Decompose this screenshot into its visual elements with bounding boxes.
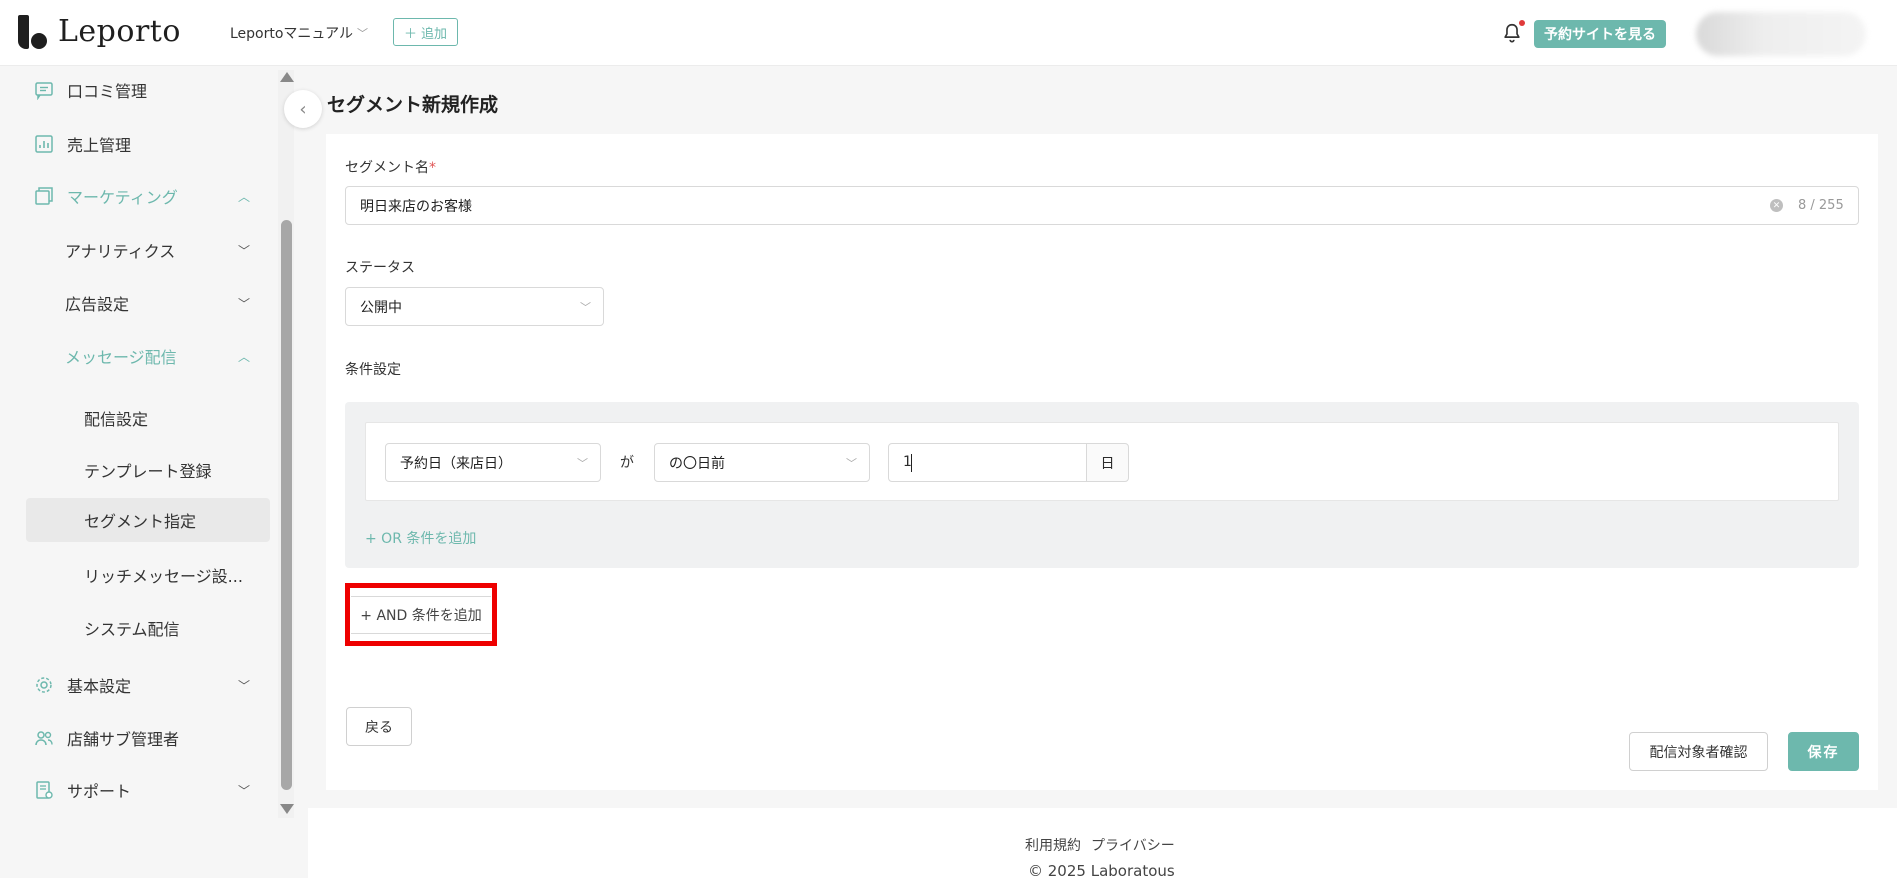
required-mark: * — [429, 160, 436, 176]
condition-operator-value: の〇日前 — [669, 455, 725, 472]
sidebar-item-label: 配信設定 — [84, 410, 149, 429]
clear-input-icon[interactable]: ✕ — [1770, 199, 1783, 212]
sidebar-item-support[interactable]: サポート ﹀ — [0, 768, 270, 812]
sidebar-item-label: セグメント指定 — [84, 512, 197, 531]
sidebar-item-rich-message[interactable]: リッチメッセージ設... — [0, 553, 270, 597]
status-select[interactable]: 公開中 ﹀ — [345, 287, 604, 326]
scroll-down-arrow-icon[interactable] — [280, 804, 294, 814]
chevron-up-icon: ︿ — [238, 189, 251, 204]
sidebar-item-label: マーケティング — [67, 188, 178, 207]
notification-dot — [1519, 20, 1525, 26]
scrollbar-thumb[interactable] — [281, 220, 292, 790]
copyright: © 2025 Laboratous — [1028, 862, 1175, 878]
chevron-down-icon: ﹀ — [238, 783, 251, 798]
sidebar-item-label: 売上管理 — [67, 136, 132, 155]
support-icon — [36, 781, 53, 799]
users-icon — [35, 731, 53, 746]
sidebar-item-label: 広告設定 — [65, 295, 130, 314]
sidebar-item-label: 口コミ管理 — [67, 82, 148, 101]
chevron-down-icon: ﹀ — [238, 678, 251, 693]
check-targets-button[interactable]: 配信対象者確認 — [1629, 732, 1768, 771]
chevron-left-icon: ‹ — [299, 98, 307, 120]
sidebar-item-label: テンプレート登録 — [84, 462, 212, 481]
sidebar-item-analytics[interactable]: アナリティクス ﹀ — [0, 228, 270, 272]
sidebar-item-basic-settings[interactable]: 基本設定 ﹀ — [0, 663, 270, 707]
sidebar-item-label: リッチメッセージ設... — [84, 567, 243, 586]
sidebar-item-marketing[interactable]: マーケティング ︿ — [0, 174, 270, 218]
condition-field-select[interactable]: 予約日（来店日） ﹀ — [385, 443, 601, 482]
chevron-down-icon: ﹀ — [846, 456, 857, 470]
segment-name-input[interactable]: 明日来店のお客様 ✕ 8 / 255 — [345, 186, 1859, 225]
sidebar: 口コミ管理 売上管理 マーケティング ︿ アナリティクス ﹀ 広告設定 ﹀ メッ… — [0, 66, 276, 878]
sidebar-item-system-delivery[interactable]: システム配信 — [0, 606, 270, 650]
plus-icon: ＋ — [404, 26, 418, 42]
back-button[interactable]: 戻る — [346, 707, 412, 746]
chevron-up-icon: ︿ — [238, 349, 251, 364]
sidebar-item-label: メッセージ配信 — [65, 348, 177, 367]
condition-value-input[interactable]: 1 — [888, 443, 1087, 482]
user-account-menu[interactable] — [1696, 12, 1866, 56]
sidebar-item-label: 基本設定 — [67, 677, 132, 696]
sidebar-item-sub-admins[interactable]: 店舗サブ管理者 — [0, 716, 270, 760]
logo-mark-icon — [18, 14, 48, 49]
terms-link[interactable]: 利用規約 — [1025, 835, 1081, 855]
sidebar-item-template-registration[interactable]: テンプレート登録 — [0, 448, 270, 492]
save-button[interactable]: 保存 — [1788, 732, 1859, 771]
sidebar-item-message-delivery[interactable]: メッセージ配信 ︿ — [0, 334, 270, 378]
sidebar-item-label: サポート — [67, 782, 132, 801]
sidebar-item-label: システム配信 — [84, 620, 180, 639]
chevron-down-icon: ﹀ — [580, 300, 591, 314]
top-header: Leporto Leportoマニュアル ﹀ ＋ 追加 予約サイトを見る — [0, 0, 1897, 66]
footer-links: 利用規約 プライバシー — [1025, 835, 1175, 855]
chevron-down-icon: ﹀ — [357, 27, 369, 40]
condition-field-value: 予約日（来店日） — [400, 455, 512, 472]
logo-text: Leporto — [58, 14, 181, 49]
sidebar-item-sales[interactable]: 売上管理 — [0, 122, 270, 166]
chevron-down-icon: ﹀ — [577, 456, 588, 470]
segment-name-label: セグメント名* — [345, 160, 436, 176]
sidebar-item-label: アナリティクス — [65, 242, 176, 261]
privacy-link[interactable]: プライバシー — [1091, 835, 1175, 855]
status-value: 公開中 — [360, 299, 402, 316]
text-caret — [911, 454, 912, 472]
condition-unit: 日 — [1086, 443, 1129, 482]
sidebar-item-reviews[interactable]: 口コミ管理 — [0, 68, 270, 112]
view-booking-site-button[interactable]: 予約サイトを見る — [1534, 20, 1666, 48]
scroll-up-arrow-icon[interactable] — [280, 72, 294, 82]
add-button[interactable]: ＋ 追加 — [393, 18, 459, 46]
page-title: セグメント新規作成 — [327, 94, 499, 116]
chevron-down-icon: ﹀ — [238, 296, 251, 311]
chevron-down-icon: ﹀ — [238, 243, 251, 258]
sidebar-item-label: 店舗サブ管理者 — [67, 730, 180, 749]
condition-connector: が — [620, 455, 634, 471]
char-count: 8 / 255 — [1798, 198, 1844, 213]
store-name: Leportoマニュアル — [230, 26, 354, 42]
sidebar-item-segment[interactable]: セグメント指定 — [26, 498, 270, 542]
add-and-condition-button[interactable]: + AND 条件を追加 — [351, 596, 491, 634]
gear-icon — [36, 677, 52, 693]
condition-operator-select[interactable]: の〇日前 ﹀ — [654, 443, 870, 482]
marketing-icon — [35, 187, 53, 205]
collapse-sidebar-button[interactable]: ‹ — [284, 90, 322, 128]
sidebar-item-delivery-settings[interactable]: 配信設定 — [0, 396, 270, 440]
status-label: ステータス — [345, 260, 415, 276]
add-or-condition-button[interactable]: + OR 条件を追加 — [365, 528, 476, 548]
review-icon — [35, 82, 53, 100]
conditions-label: 条件設定 — [345, 362, 401, 378]
segment-name-value: 明日来店のお客様 — [360, 198, 472, 215]
sales-chart-icon — [35, 135, 53, 153]
sidebar-item-ad-settings[interactable]: 広告設定 ﹀ — [0, 281, 270, 325]
leporto-logo[interactable]: Leporto — [18, 14, 181, 49]
add-button-label: 追加 — [421, 26, 448, 42]
store-selector[interactable]: Leportoマニュアル ﹀ — [230, 23, 368, 43]
